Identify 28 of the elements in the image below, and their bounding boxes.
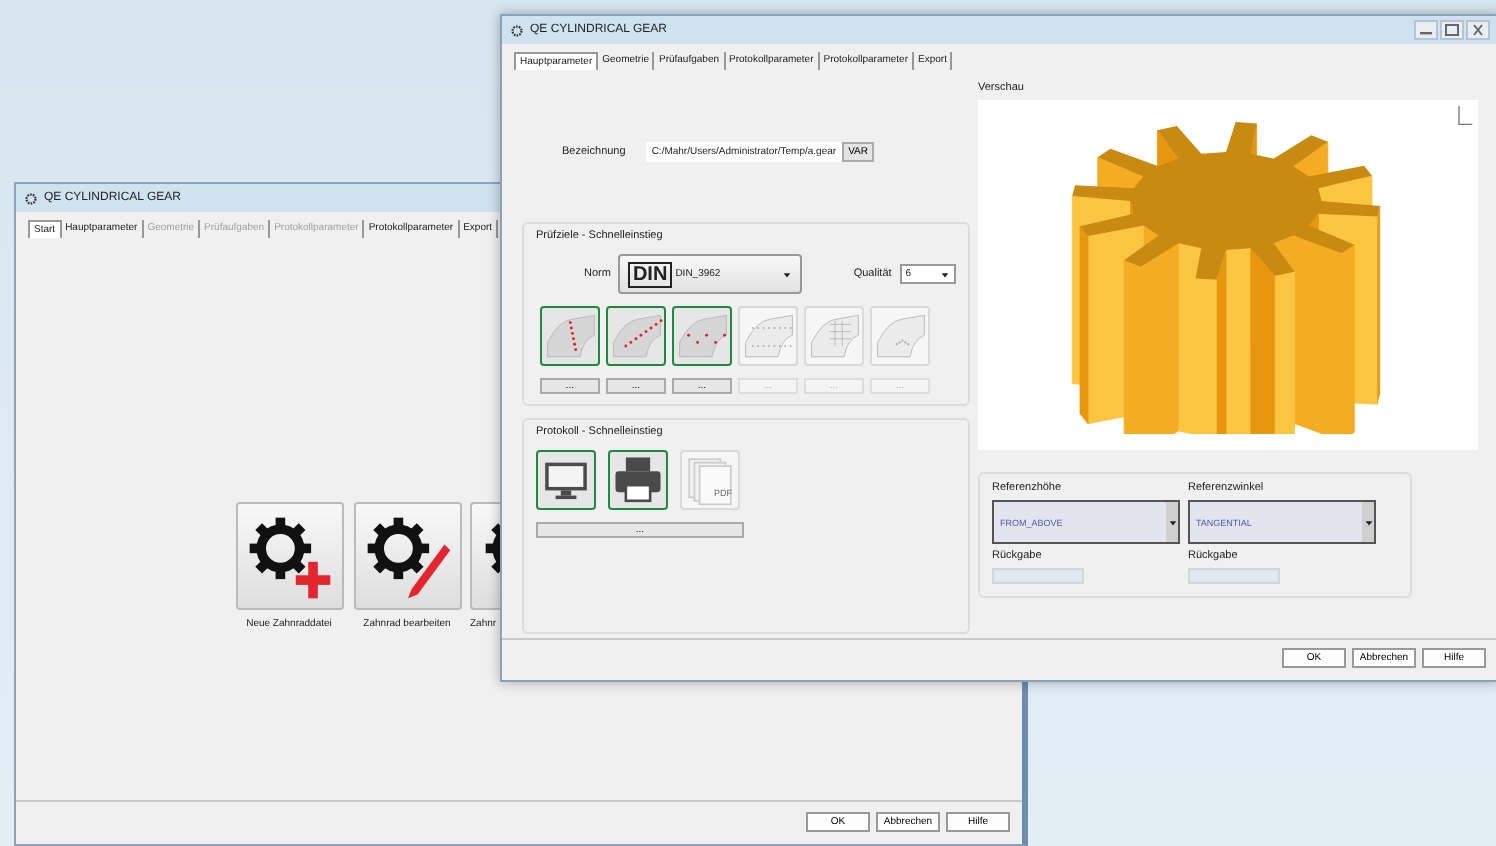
tooth-icon [609,309,663,363]
gear-icon [24,191,38,205]
return-field[interactable] [1188,568,1280,584]
printer-icon [612,454,664,506]
test-target-toggle[interactable] [606,306,666,366]
action-button[interactable] [470,502,502,610]
pages-icon [684,454,736,506]
tooth-icon [543,309,597,363]
dropdown-arrow-icon [1363,517,1373,527]
tooth-icon [807,309,861,363]
dropdown-arrow-icon [939,269,950,279]
output-toggle[interactable] [608,450,668,510]
minimize-icon[interactable] [1414,20,1438,40]
test-target-toggle[interactable] [672,306,732,366]
gear-icon [510,23,524,37]
tooth-icon [675,309,729,363]
return-field[interactable] [992,568,1084,584]
maximize-icon[interactable] [1440,20,1464,40]
action-button[interactable] [235,502,343,610]
output-toggle[interactable] [536,450,596,510]
test-target-toggle[interactable] [540,306,600,366]
tooth-icon [873,309,927,363]
tooth-icon [741,309,795,363]
close-icon[interactable] [1466,20,1490,40]
action-button[interactable] [353,502,461,610]
dropdown-arrow-icon [781,269,792,279]
dropdown-arrow-icon [1167,517,1177,527]
axes-icon [1454,104,1474,128]
